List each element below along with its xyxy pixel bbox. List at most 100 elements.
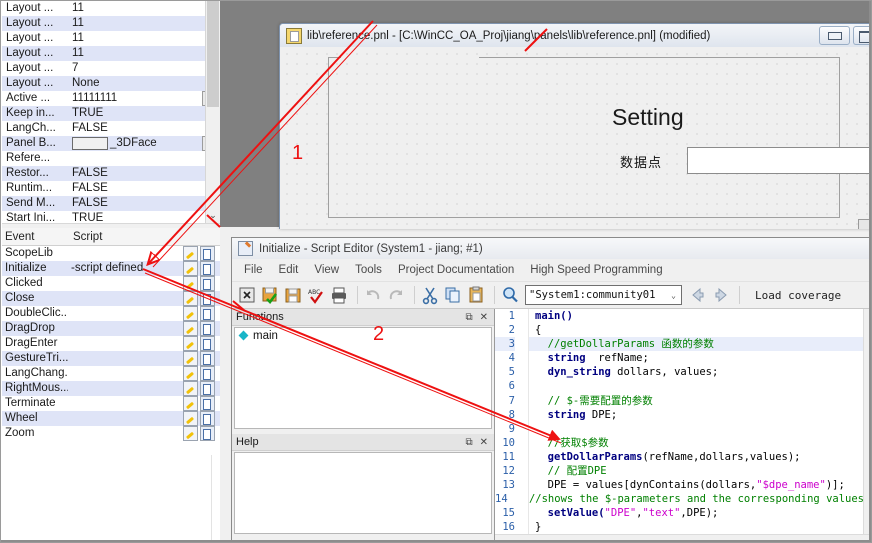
code-line[interactable]: 15 setValue("DPE","text",DPE); xyxy=(495,506,864,520)
property-value[interactable]: TRUE xyxy=(68,211,220,223)
undo-icon[interactable] xyxy=(363,285,383,305)
system-select[interactable]: "System1:community01 ⌄ xyxy=(525,285,682,305)
edit-script-icon[interactable] xyxy=(183,291,198,306)
table-row[interactable]: Initialize -script defined xyxy=(2,261,220,276)
code-line[interactable]: 5 dyn_string dollars, values; xyxy=(495,365,864,379)
script-editor-titlebar[interactable]: Initialize - Script Editor (System1 - ji… xyxy=(232,238,871,259)
save-check-icon[interactable] xyxy=(260,285,280,305)
spellcheck-icon[interactable]: ABC xyxy=(306,285,326,305)
code-line[interactable]: 1 main() xyxy=(495,309,864,323)
load-coverage-label[interactable]: Load coverage xyxy=(755,289,841,302)
property-value[interactable]: 11 xyxy=(68,16,220,31)
menu-item-high-speed-programming[interactable]: High Speed Programming xyxy=(522,262,670,278)
chevron-down-icon[interactable]: ⌄ xyxy=(206,209,220,223)
code-line[interactable]: 9 xyxy=(495,422,864,436)
list-item[interactable]: main xyxy=(235,328,491,343)
code-line[interactable]: 3 //getDollarParams 函数的参数 xyxy=(495,337,864,352)
property-value[interactable]: FALSE xyxy=(68,196,220,211)
table-row[interactable]: Terminate xyxy=(2,396,220,411)
property-value[interactable]: 11 xyxy=(68,1,220,16)
functions-list[interactable]: main xyxy=(234,327,492,429)
datapoint-input[interactable] xyxy=(687,147,871,174)
edit-script-icon[interactable] xyxy=(183,396,198,411)
table-row[interactable]: RightMous... xyxy=(2,381,220,396)
table-row[interactable]: LangChang... xyxy=(2,366,220,381)
menu-item-edit[interactable]: Edit xyxy=(271,262,307,278)
paste-icon[interactable] xyxy=(466,285,486,305)
restore-icon[interactable]: ⧉ xyxy=(465,312,472,323)
code-fold-column[interactable] xyxy=(515,309,529,535)
open-editor-icon[interactable] xyxy=(200,381,215,396)
code-line[interactable]: 11 getDollarParams(refName,dollars,value… xyxy=(495,450,864,464)
open-editor-icon[interactable] xyxy=(200,306,215,321)
property-value[interactable]: FALSE xyxy=(68,181,220,196)
edit-script-icon[interactable] xyxy=(183,426,198,441)
code-line[interactable]: 4 string refName; xyxy=(495,351,864,365)
property-value[interactable]: None xyxy=(68,76,220,91)
edit-script-icon[interactable] xyxy=(183,366,198,381)
property-row[interactable]: Send M... FALSE xyxy=(2,196,220,211)
event-row-actions[interactable] xyxy=(183,246,220,261)
edit-script-icon[interactable] xyxy=(183,321,198,336)
code-line[interactable]: 2⊟{ xyxy=(495,323,864,337)
open-editor-icon[interactable] xyxy=(200,411,215,426)
property-row[interactable]: Layout ... 11 xyxy=(2,16,220,31)
table-row[interactable]: DragDrop xyxy=(2,321,220,336)
code-line[interactable]: 12 // 配置DPE xyxy=(495,464,864,478)
print-icon[interactable] xyxy=(329,285,349,305)
event-row-actions[interactable] xyxy=(183,336,220,351)
code-lines[interactable]: 1main()2⊟{3 //getDollarParams 函数的参数4 str… xyxy=(495,309,864,535)
code-line[interactable]: 6 xyxy=(495,379,864,393)
restore-icon[interactable]: ⧉ xyxy=(465,437,472,448)
event-row-actions[interactable] xyxy=(183,276,220,291)
cut-icon[interactable] xyxy=(420,285,440,305)
property-row[interactable]: Panel B... _3DFace ... xyxy=(2,136,220,151)
property-row[interactable]: Layout ... None xyxy=(2,76,220,91)
property-value[interactable]: 11 xyxy=(68,31,220,46)
property-grid-scrollbar[interactable]: ⌄ xyxy=(205,1,220,223)
event-row-actions[interactable] xyxy=(183,426,220,441)
code-line[interactable]: 10 //获取$参数 xyxy=(495,436,864,450)
open-editor-icon[interactable] xyxy=(200,291,215,306)
property-value[interactable]: FALSE xyxy=(68,166,220,181)
property-value[interactable]: TRUE xyxy=(68,106,220,121)
open-editor-icon[interactable] xyxy=(200,336,215,351)
code-view[interactable]: 1main()2⊟{3 //getDollarParams 函数的参数4 str… xyxy=(495,309,864,535)
edit-script-icon[interactable] xyxy=(183,306,198,321)
panel-editor-titlebar[interactable]: lib\reference.pnl - [C:\WinCC_OA_Proj\ji… xyxy=(280,24,871,48)
open-editor-icon[interactable] xyxy=(200,276,215,291)
code-line[interactable]: 8 string DPE; xyxy=(495,408,864,422)
property-row[interactable]: Layout ... 11 xyxy=(2,31,220,46)
table-row[interactable]: GestureTri... xyxy=(2,351,220,366)
window-controls[interactable] xyxy=(816,26,871,45)
code-line[interactable]: 16∟} xyxy=(495,520,864,534)
minimize-button[interactable] xyxy=(819,26,850,45)
menu-item-file[interactable]: File xyxy=(236,262,271,278)
property-row[interactable]: Restor... FALSE xyxy=(2,166,220,181)
table-row[interactable]: Wheel xyxy=(2,411,220,426)
code-line[interactable]: 7 // $-需要配置的参数 xyxy=(495,394,864,408)
redo-icon[interactable] xyxy=(386,285,406,305)
close-icon[interactable] xyxy=(237,285,257,305)
property-row[interactable]: Start Ini... TRUE xyxy=(2,211,220,223)
functions-pane-buttons[interactable]: ⧉ ✕ xyxy=(465,312,494,323)
help-pane-buttons[interactable]: ⧉ ✕ xyxy=(465,437,494,448)
event-row-actions[interactable] xyxy=(183,306,220,321)
property-value[interactable]: FALSE xyxy=(68,121,220,136)
property-row[interactable]: Runtim... FALSE xyxy=(2,181,220,196)
script-editor-menubar[interactable]: File Edit View Tools Project Documentati… xyxy=(232,259,871,281)
event-row-actions[interactable] xyxy=(183,396,220,411)
open-editor-icon[interactable] xyxy=(200,396,215,411)
open-editor-icon[interactable] xyxy=(200,321,215,336)
color-swatch[interactable] xyxy=(72,137,108,150)
save-icon[interactable] xyxy=(283,285,303,305)
edit-script-icon[interactable] xyxy=(183,246,198,261)
nav-forward-icon[interactable] xyxy=(711,285,731,305)
script-editor-toolbar[interactable]: ABC "System1:community01 ⌄ Load coverage xyxy=(232,281,871,309)
open-editor-icon[interactable] xyxy=(200,351,215,366)
table-row[interactable]: Clicked xyxy=(2,276,220,291)
property-value[interactable]: 7 xyxy=(68,61,220,76)
property-row[interactable]: Keep in... TRUE xyxy=(2,106,220,121)
panel-design-canvas[interactable]: Setting 数据点 点击配置dp 确认 取消 xyxy=(280,47,871,229)
property-row[interactable]: Refere... xyxy=(2,151,220,166)
